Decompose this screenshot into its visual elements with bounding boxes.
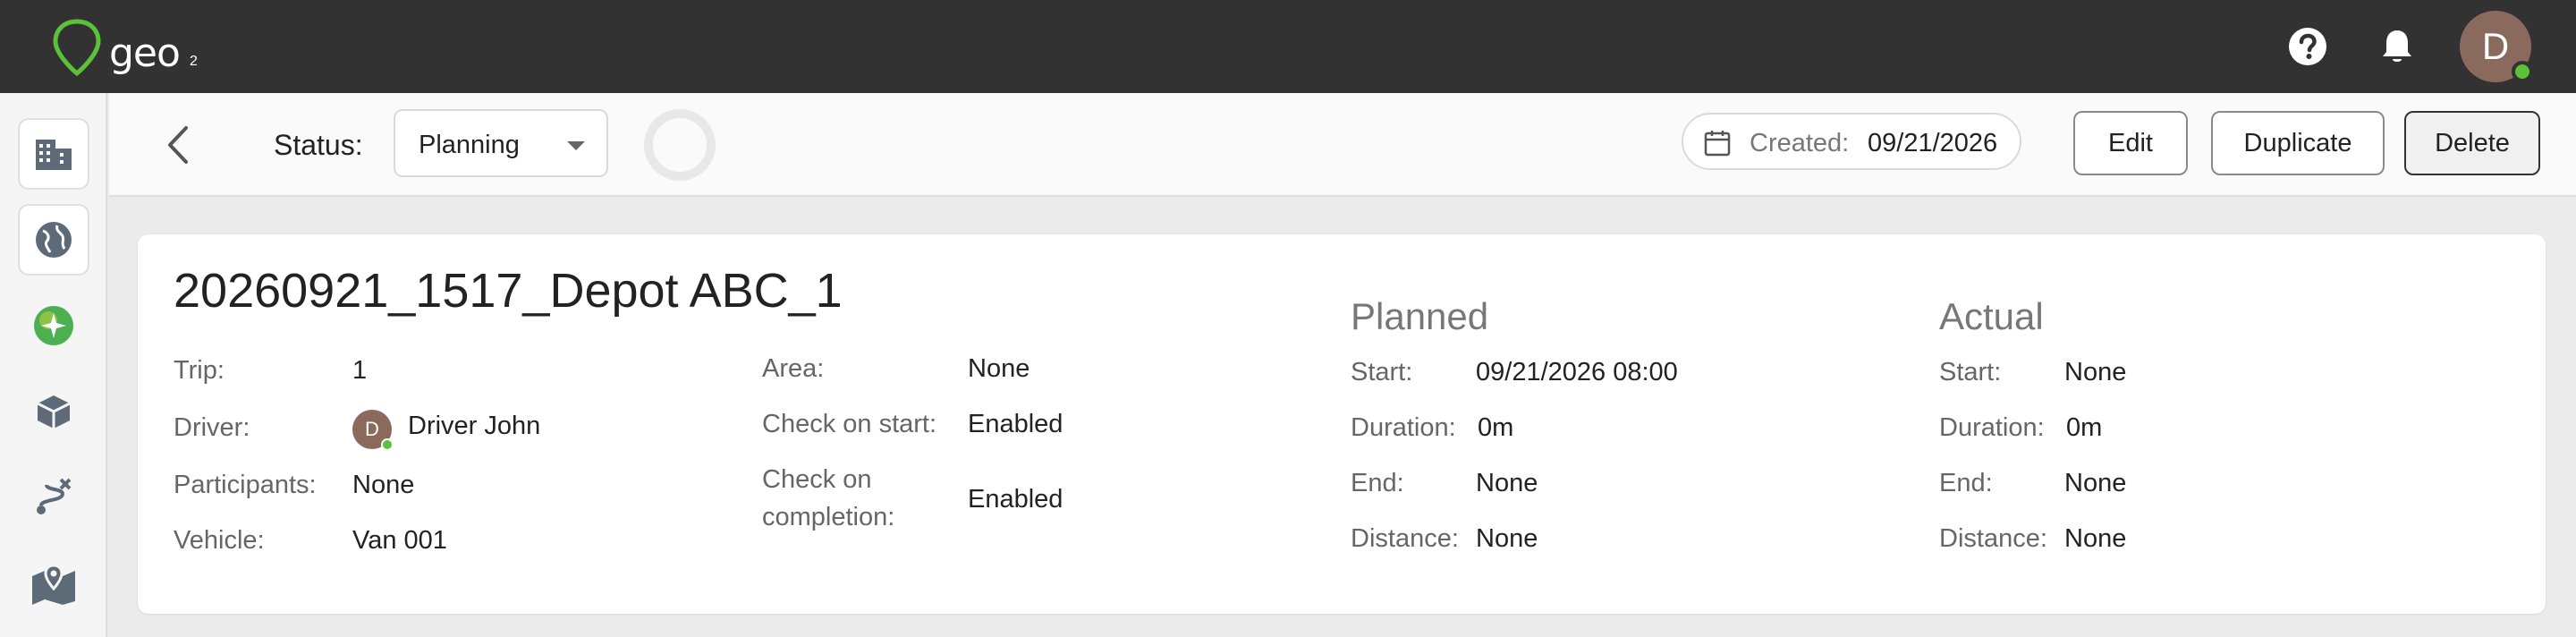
user-initial: D	[2481, 25, 2510, 67]
check-on-completion-label-line2: completion:	[762, 503, 895, 531]
vehicle-label: Vehicle:	[174, 526, 265, 555]
logo-subscript: 2	[190, 54, 198, 69]
check-on-start-value: Enabled	[968, 410, 1063, 438]
duplicate-button[interactable]: Duplicate	[2211, 111, 2385, 175]
map-pin-icon	[32, 564, 75, 605]
bell-icon[interactable]	[2376, 25, 2419, 68]
sidebar	[0, 93, 107, 637]
actual-start-value: None	[2064, 358, 2127, 386]
online-status-dot	[2512, 61, 2533, 82]
sparkle-globe-icon	[34, 306, 73, 345]
check-on-completion-label-line1: Check on	[762, 465, 872, 494]
edit-button[interactable]: Edit	[2073, 111, 2188, 175]
sidebar-item-globe[interactable]	[18, 204, 89, 276]
check-on-start-label: Check on start:	[762, 410, 937, 438]
driver-label: Driver:	[174, 413, 250, 442]
calendar-icon	[1704, 131, 1731, 157]
actual-duration-value: 0m	[2066, 413, 2103, 442]
globe-icon	[36, 222, 72, 258]
logo-pin-icon	[53, 19, 101, 77]
planned-end-value: None	[1476, 469, 1538, 497]
sidebar-item-routes[interactable]	[18, 462, 89, 533]
created-date: 09/21/2026	[1868, 129, 1998, 157]
top-bar: geo 2 D	[0, 0, 2576, 93]
driver-value[interactable]: Driver John	[408, 412, 540, 441]
loading-spinner	[644, 109, 716, 181]
route-icon	[37, 478, 72, 514]
planned-duration-label: Duration:	[1351, 413, 1456, 442]
area-label: Area:	[762, 354, 825, 383]
status-label: Status:	[274, 129, 363, 161]
status-dropdown[interactable]: Planning	[394, 109, 608, 177]
package-icon	[37, 395, 71, 429]
check-on-completion-value: Enabled	[968, 485, 1063, 514]
sidebar-item-ai[interactable]	[18, 290, 89, 361]
building-icon	[36, 140, 72, 170]
driver-avatar: D	[352, 410, 394, 451]
back-button[interactable]	[156, 120, 200, 170]
actual-duration-label: Duration:	[1939, 413, 2045, 442]
driver-online-dot	[381, 438, 394, 451]
sidebar-item-depots[interactable]	[18, 118, 89, 190]
sidebar-item-map[interactable]	[18, 548, 89, 619]
chevron-left-icon	[168, 126, 188, 164]
planned-heading: Planned	[1351, 295, 1489, 337]
vehicle-value[interactable]: Van 001	[352, 526, 447, 556]
trip-title: 20260921_1517_Depot ABC_1	[174, 264, 843, 318]
planned-start-label: Start:	[1351, 358, 1413, 386]
planned-distance-value: None	[1476, 524, 1538, 553]
area-value: None	[968, 354, 1030, 383]
planned-start-value: 09/21/2026 08:00	[1476, 358, 1678, 386]
actual-distance-value: None	[2064, 524, 2127, 553]
status-value: Planning	[419, 131, 520, 159]
created-label: Created:	[1750, 129, 1850, 157]
toolbar: Status: Planning Created: 09/21/2026 Edi…	[109, 93, 2576, 197]
sidebar-item-packages[interactable]	[18, 376, 89, 447]
actual-start-label: Start:	[1939, 358, 2002, 386]
caret-down-icon	[567, 141, 585, 150]
app-logo[interactable]: geo 2	[50, 18, 211, 81]
participants-label: Participants:	[174, 471, 317, 499]
participants-value: None	[352, 471, 415, 499]
planned-distance-label: Distance:	[1351, 524, 1459, 553]
actual-end-label: End:	[1939, 469, 1993, 497]
trip-number-label: Trip:	[174, 356, 225, 385]
planned-duration-value: 0m	[1478, 413, 1514, 442]
planned-end-label: End:	[1351, 469, 1404, 497]
trip-details-card: 20260921_1517_Depot ABC_1 Trip: 1 Driver…	[138, 234, 2546, 614]
created-date-chip: Created: 09/21/2026	[1682, 113, 2021, 170]
delete-button[interactable]: Delete	[2404, 111, 2540, 175]
driver-initial: D	[365, 418, 379, 440]
trip-number-value: 1	[352, 356, 368, 385]
logo-text: geo	[109, 30, 181, 76]
actual-end-value: None	[2064, 469, 2127, 497]
actual-distance-label: Distance:	[1939, 524, 2047, 553]
actual-heading: Actual	[1939, 295, 2044, 337]
help-circle-icon[interactable]	[2286, 25, 2329, 68]
user-avatar[interactable]: D	[2460, 11, 2533, 82]
